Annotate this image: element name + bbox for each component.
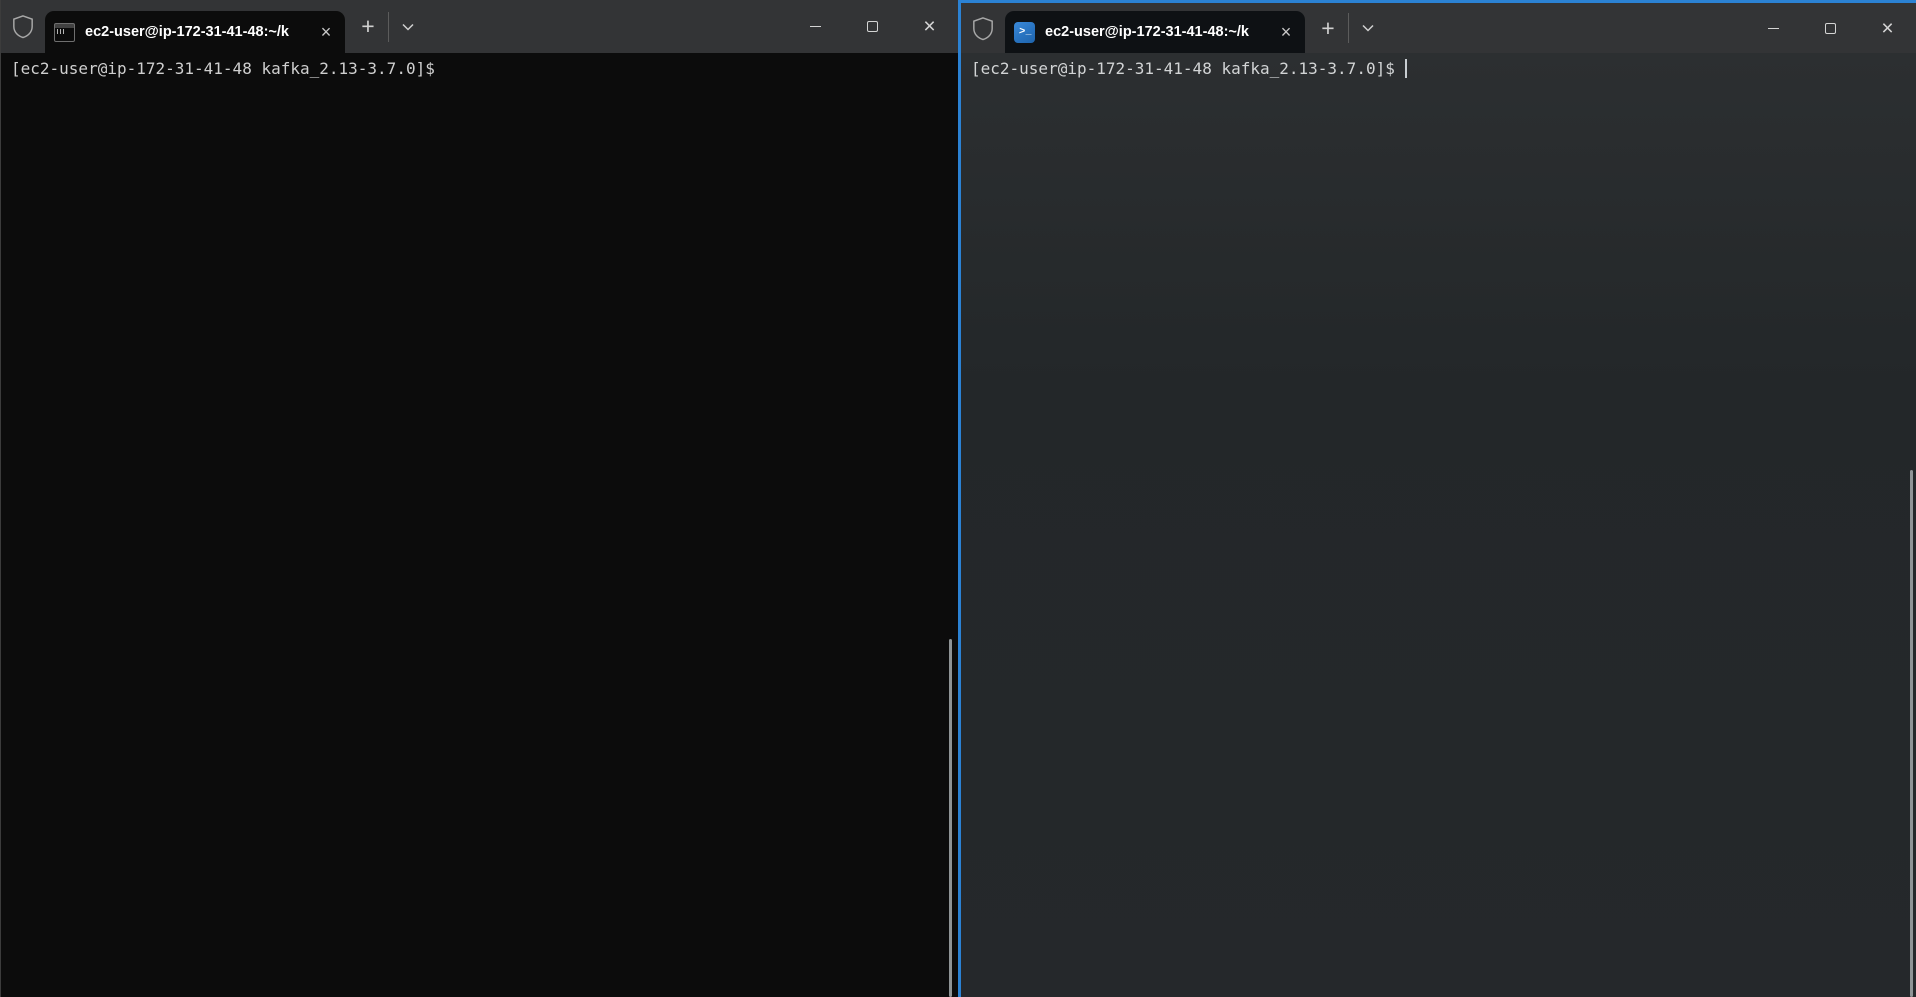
minimize-icon (1768, 27, 1779, 29)
new-tab-button[interactable]: + (349, 10, 387, 44)
tab-active[interactable]: ec2-user@ip-172-31-41-48:~/k × (45, 11, 345, 53)
scrollbar[interactable] (949, 639, 952, 997)
admin-shield-icon (961, 3, 1005, 53)
tab-close-icon[interactable]: × (313, 19, 339, 45)
new-tab-button[interactable]: + (1309, 11, 1347, 45)
close-button[interactable]: × (1859, 3, 1916, 53)
prompt-text: [ec2-user@ip-172-31-41-48 kafka_2.13-3.7… (971, 59, 1395, 78)
console-icon (54, 22, 75, 42)
chevron-down-icon[interactable] (1350, 11, 1386, 45)
tab-title: ec2-user@ip-172-31-41-48:~/k (85, 24, 289, 40)
window-controls: × (1745, 3, 1916, 53)
maximize-button[interactable] (844, 0, 901, 53)
text-cursor (1404, 59, 1407, 78)
tab-title: ec2-user@ip-172-31-41-48:~/k (1045, 24, 1249, 40)
prompt-text: [ec2-user@ip-172-31-41-48 kafka_2.13-3.7… (11, 59, 435, 78)
terminal-canvas[interactable]: [ec2-user@ip-172-31-41-48 kafka_2.13-3.7… (1, 53, 958, 997)
close-icon: × (1881, 16, 1894, 40)
titlebar-drag-area[interactable] (1386, 3, 1745, 53)
minimize-button[interactable] (1745, 3, 1802, 53)
titlebar: ec2-user@ip-172-31-41-48:~/k × + × (1, 0, 958, 53)
maximize-icon (867, 21, 878, 32)
terminal-window-left: ec2-user@ip-172-31-41-48:~/k × + × [ec2-… (0, 0, 958, 997)
titlebar-separator (388, 11, 389, 42)
minimize-button[interactable] (787, 0, 844, 53)
maximize-icon (1825, 22, 1836, 34)
scrollbar[interactable] (1910, 470, 1913, 997)
shell-prompt: [ec2-user@ip-172-31-41-48 kafka_2.13-3.7… (11, 58, 958, 80)
terminal-canvas[interactable]: [ec2-user@ip-172-31-41-48 kafka_2.13-3.7… (961, 53, 1916, 997)
close-icon: × (923, 15, 936, 38)
window-controls: × (787, 0, 958, 53)
chevron-down-icon[interactable] (390, 10, 426, 44)
titlebar-separator (1348, 13, 1349, 43)
powershell-icon: > _ (1014, 21, 1035, 43)
close-button[interactable]: × (901, 0, 958, 53)
admin-shield-icon (1, 0, 45, 53)
titlebar: > _ ec2-user@ip-172-31-41-48:~/k × + × (961, 3, 1916, 53)
tab-active[interactable]: > _ ec2-user@ip-172-31-41-48:~/k × (1005, 11, 1305, 53)
minimize-icon (810, 26, 821, 27)
shell-prompt: [ec2-user@ip-172-31-41-48 kafka_2.13-3.7… (971, 58, 1916, 80)
maximize-button[interactable] (1802, 3, 1859, 53)
tab-close-icon[interactable]: × (1273, 19, 1299, 45)
titlebar-drag-area[interactable] (426, 0, 787, 53)
terminal-window-right: > _ ec2-user@ip-172-31-41-48:~/k × + × [e… (958, 0, 1916, 997)
